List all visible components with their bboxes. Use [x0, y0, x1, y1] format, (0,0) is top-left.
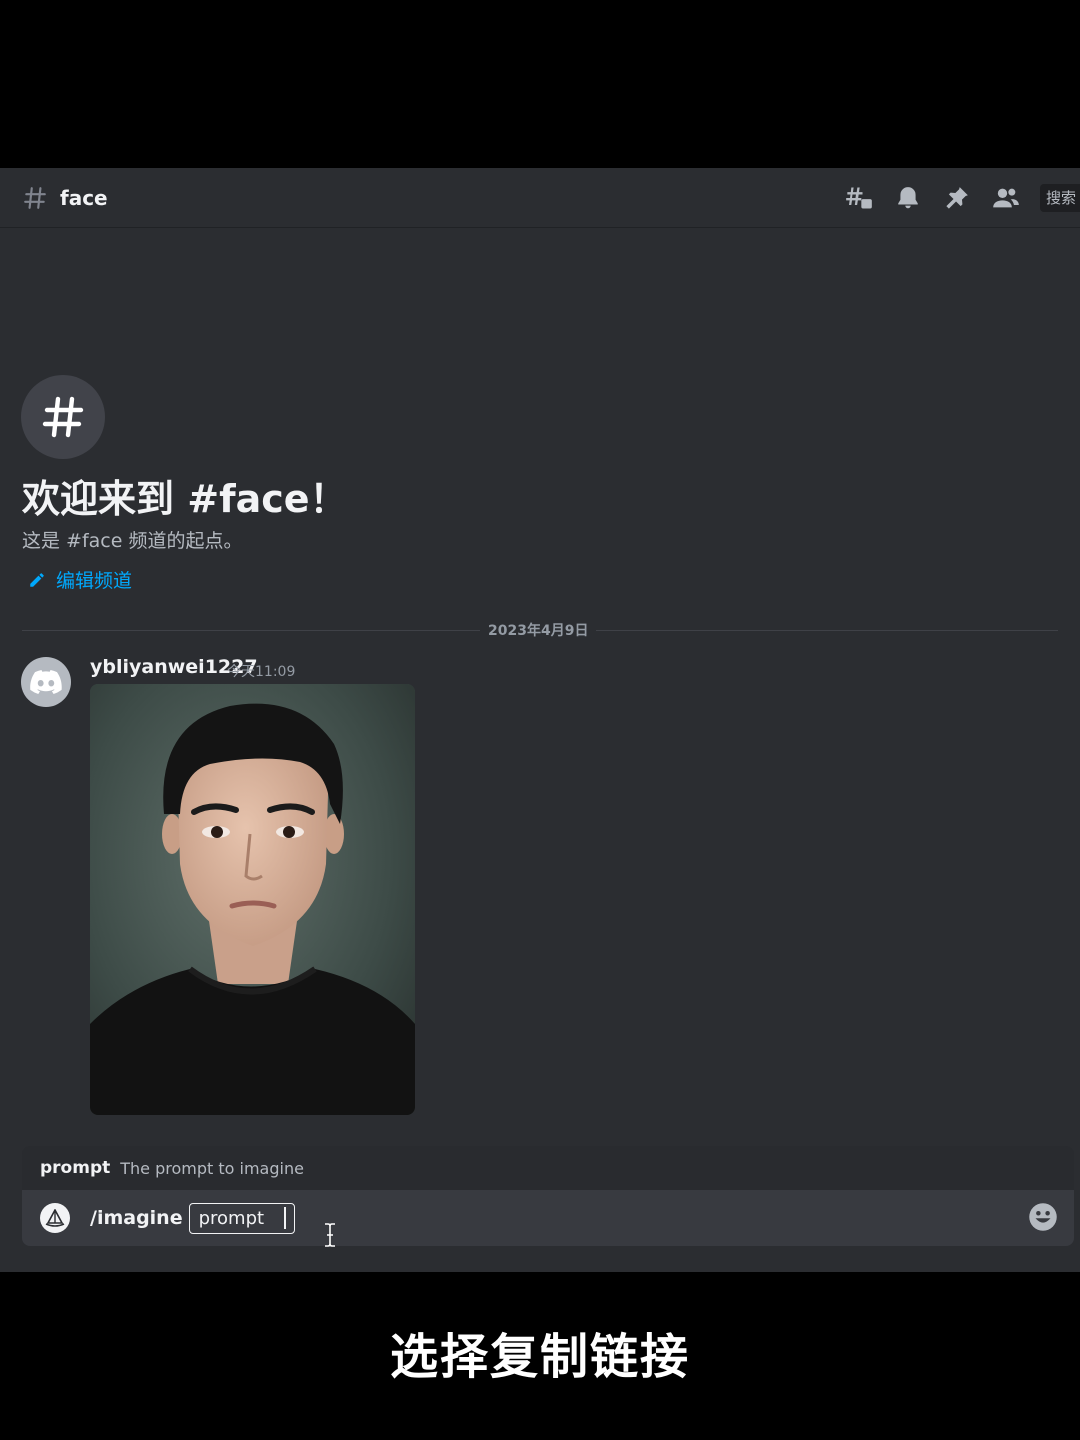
channel-hash-badge-icon — [21, 375, 105, 459]
midjourney-bot-icon — [40, 1203, 70, 1233]
pin-icon[interactable] — [942, 183, 972, 213]
header-toolbar: 搜索 — [844, 168, 1080, 228]
message-timestamp: 今天11:09 — [227, 664, 296, 680]
pencil-icon — [30, 572, 44, 587]
hint-option-description: The prompt to imagine — [120, 1158, 304, 1178]
slash-command-label: /imagine — [90, 1207, 183, 1229]
discord-channel-view: face 搜索 欢迎来到 #face！ 这是 #face 频道的起点。 编辑频道… — [0, 168, 1080, 1272]
edit-channel-label: 编辑频道 — [56, 570, 133, 592]
channel-header: face 搜索 — [0, 168, 1080, 228]
discord-logo-icon — [30, 670, 62, 694]
welcome-subtitle: 这是 #face 频道的起点。 — [22, 530, 243, 552]
threads-icon[interactable] — [844, 183, 874, 213]
prompt-param-input[interactable]: prompt — [188, 1202, 296, 1234]
video-top-letterbox — [0, 0, 1080, 168]
emoji-icon[interactable] — [1028, 1202, 1058, 1232]
hash-icon — [24, 186, 46, 209]
search-input[interactable]: 搜索 — [1040, 184, 1080, 212]
prompt-param-label: prompt — [198, 1207, 265, 1229]
edit-channel-link[interactable]: 编辑频道 — [28, 566, 132, 593]
command-option-hint: prompt The prompt to imagine — [22, 1146, 1074, 1190]
video-caption-bar: 选择复制链接 — [0, 1272, 1080, 1440]
portrait-image[interactable] — [90, 684, 415, 1115]
video-caption: 选择复制链接 — [389, 1329, 690, 1385]
welcome-title: 欢迎来到 #face！ — [22, 477, 348, 521]
avatar[interactable] — [21, 657, 71, 707]
message-input-bar[interactable]: /imagine prompt — [22, 1190, 1074, 1246]
channel-name: face — [60, 185, 108, 210]
members-icon[interactable] — [991, 183, 1021, 213]
date-divider-label: 2023年4月9日 — [480, 620, 597, 640]
mouse-ibeam-cursor-icon — [325, 1223, 335, 1247]
hint-option-name: prompt — [40, 1158, 111, 1178]
text-caret — [284, 1207, 287, 1229]
bell-icon[interactable] — [893, 183, 923, 213]
